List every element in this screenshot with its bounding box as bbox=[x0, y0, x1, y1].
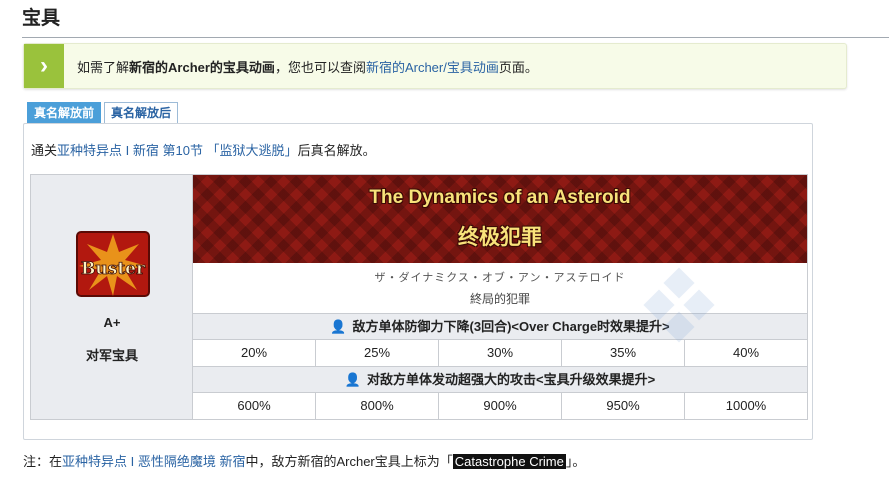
unlock-prefix: 通关 bbox=[31, 143, 58, 158]
tab-before-unlock[interactable]: 真名解放前 bbox=[27, 102, 102, 123]
footnote-middle: 中，敌方新宿的Archer宝具上标为「 bbox=[245, 454, 453, 469]
footnote: 注：在亚种特异点 I 恶性隔绝魔境 新宿中，敌方新宿的Archer宝具上标为「 C… bbox=[23, 451, 585, 470]
notice-box: › 如需了解新宿的Archer的宝具动画，您也可以查阅新宿的Archer/宝具动… bbox=[23, 43, 847, 89]
buster-card-icon: Buster bbox=[76, 231, 150, 297]
np-name-cn: 终极犯罪 bbox=[458, 226, 542, 249]
np-meta: Buster A+ 对军宝具 bbox=[31, 175, 193, 419]
chevron-right-icon: › bbox=[24, 44, 64, 88]
effect-value-cell: 20% bbox=[193, 340, 316, 366]
notice-suffix: 页面。 bbox=[498, 59, 538, 75]
notice-prefix: 如需了解 bbox=[77, 59, 130, 75]
effect-values-2: 600% 800% 900% 950% 1000% bbox=[193, 392, 807, 419]
notice-text: 如需了解新宿的Archer的宝具动画，您也可以查阅新宿的Archer/宝具动画页… bbox=[64, 57, 538, 76]
effect-value-cell: 30% bbox=[439, 340, 562, 366]
unlock-link-singularity[interactable]: 亚种特异点 I 新宿 bbox=[57, 143, 159, 158]
effect-value-cell: 900% bbox=[439, 393, 562, 419]
effect-value-cell: 25% bbox=[316, 340, 439, 366]
np-tabs: 真名解放前 真名解放后 bbox=[27, 102, 179, 123]
np-rank: A+ bbox=[103, 315, 121, 330]
footnote-prefix: 注：在 bbox=[23, 454, 63, 469]
unlock-condition: 通关亚种特异点 I 新宿 第10节 「监狱大逃脱」后真名解放。 bbox=[31, 140, 376, 159]
notice-link[interactable]: 新宿的Archer/宝具动画 bbox=[366, 60, 499, 75]
effect-value-cell: 600% bbox=[193, 393, 316, 419]
unlock-link-chapter[interactable]: 第10节 「监狱大逃脱」 bbox=[162, 143, 297, 158]
effect-value-cell: 950% bbox=[562, 393, 685, 419]
footnote-link[interactable]: 亚种特异点 I 恶性隔绝魔境 新宿 bbox=[62, 454, 245, 469]
effect-label-1: 敌方单体防御力下降(3回合)<Over Charge时效果提升> bbox=[352, 319, 670, 334]
effect-value-cell: 800% bbox=[316, 393, 439, 419]
notice-middle: ，您也可以查阅 bbox=[274, 59, 366, 75]
np-name-en: The Dynamics of an Asteroid bbox=[369, 187, 631, 208]
buster-card-label: Buster bbox=[81, 259, 146, 279]
effect-value-cell: 1000% bbox=[725, 398, 767, 413]
effect-label-2: 对敌方单体发动超强大的攻击<宝具升级效果提升> bbox=[367, 372, 656, 387]
tab-after-unlock[interactable]: 真名解放后 bbox=[104, 102, 179, 123]
unlock-suffix: 后真名解放。 bbox=[297, 143, 376, 158]
person-icon: 👤 bbox=[344, 372, 361, 387]
notice-servant: 新宿的Archer的宝具动画 bbox=[129, 59, 275, 75]
footnote-suffix: 」。 bbox=[565, 454, 586, 469]
section-title: 宝具 bbox=[22, 6, 889, 38]
np-type: 对军宝具 bbox=[85, 348, 138, 363]
np-banner: The Dynamics of an Asteroid 终极犯罪 bbox=[193, 175, 807, 263]
footnote-highlight: Catastrophe Crime bbox=[452, 454, 566, 469]
person-icon: 👤 bbox=[330, 319, 347, 334]
watermark-logo bbox=[643, 267, 715, 343]
